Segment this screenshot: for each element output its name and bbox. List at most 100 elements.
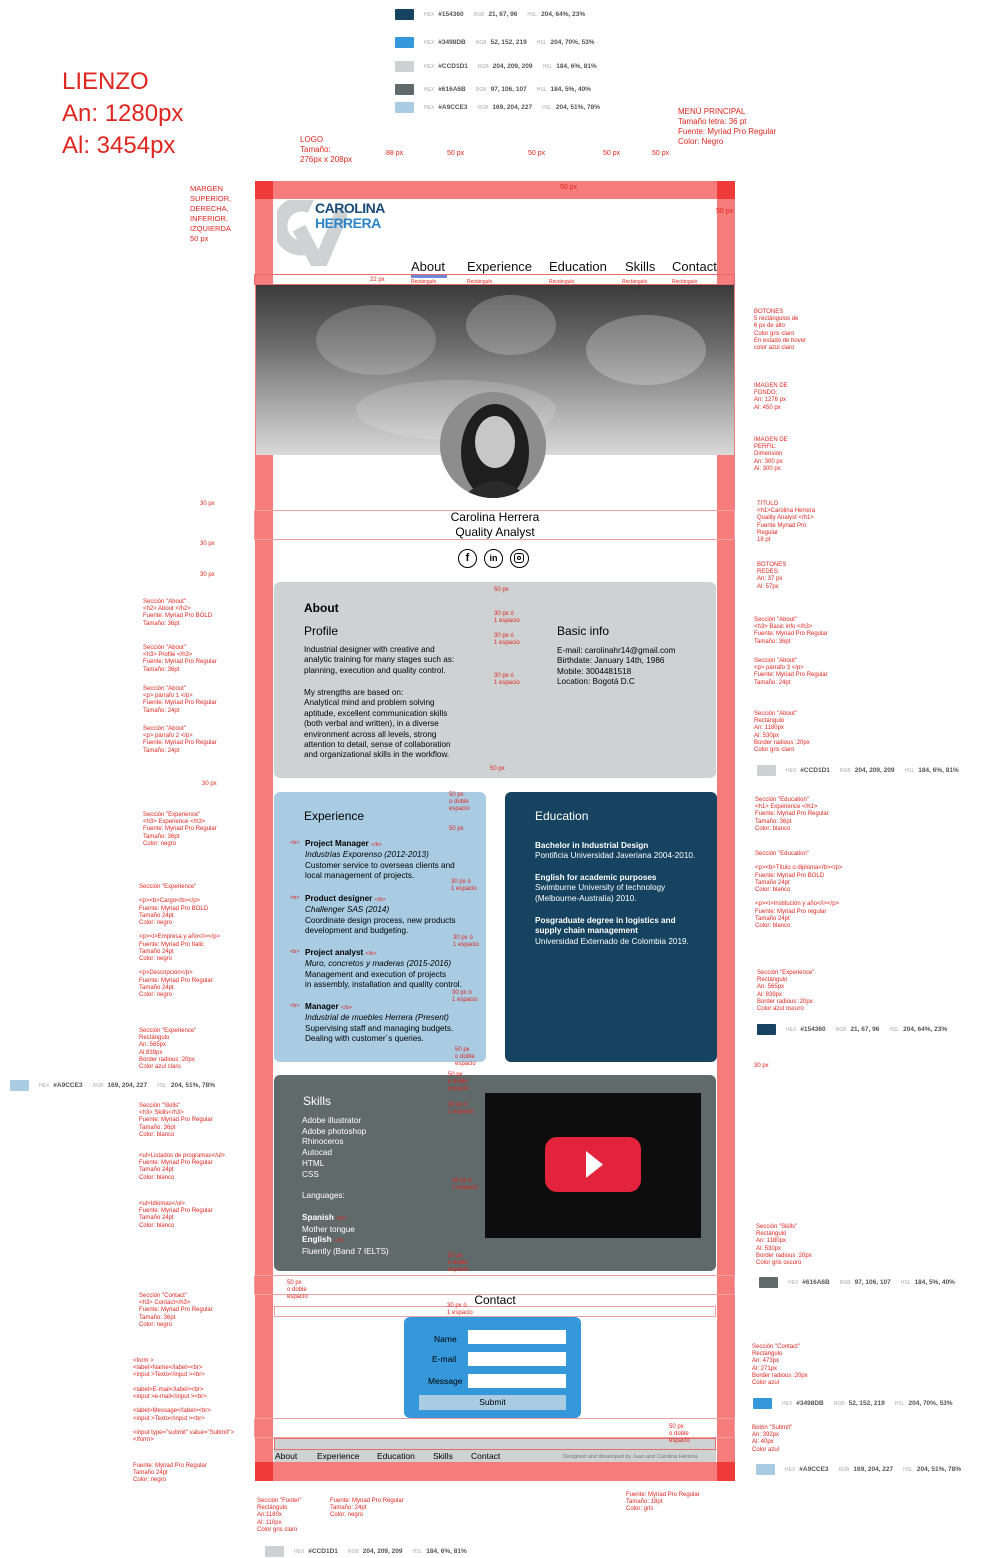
job-title: Project analyst xyxy=(305,948,364,957)
education-heading: Education xyxy=(535,809,589,823)
rgb-value: 169, 204, 227 xyxy=(492,104,533,111)
language-entry: Spanish </li> xyxy=(302,1213,347,1222)
hsl-value: 204, 51%, 78% xyxy=(916,1466,961,1473)
footer-nav-about[interactable]: About xyxy=(275,1451,297,1461)
dim-30: 30 px xyxy=(200,572,215,578)
email-label: E-mail xyxy=(432,1354,457,1364)
annotation-note: IMAGEN DE PERFIL: Dimension An: 300 px Al: 3… xyxy=(754,437,788,472)
hsl-label: HSL xyxy=(536,86,547,93)
about-paragraph-1: Industrial designer with creative and ana… xyxy=(304,645,455,675)
contact-guide-1 xyxy=(254,1275,735,1295)
hsl-value: 184, 5%, 40% xyxy=(550,86,591,93)
job-desc: Dealing with customer´s queries. xyxy=(305,1034,424,1044)
facebook-icon[interactable]: f xyxy=(458,549,477,568)
dim-30: 30 px xyxy=(202,781,217,787)
palette-row: HEX #3498DB RGB 52, 152, 219 HSL 204, 70%, … xyxy=(753,1398,963,1409)
hex-label: HEX xyxy=(424,104,435,111)
nav-about[interactable]: About xyxy=(411,259,445,274)
color-swatch xyxy=(757,765,776,776)
hex-value: #154360 xyxy=(800,1026,826,1033)
corner-tl xyxy=(255,181,273,199)
spacing-dim: 30 px ó1 espacio xyxy=(451,879,477,892)
footer-guide-2 xyxy=(274,1438,716,1450)
annotation-note: Sección "About" <p> párrafo 2 </p> Fuente:… xyxy=(143,726,217,754)
job-title: Project Manager xyxy=(305,839,369,848)
spacing-dim: 30 px ó1 espacio xyxy=(494,673,520,686)
rgb-label: RGB xyxy=(347,1548,359,1555)
dim-50: 50 px xyxy=(560,184,578,191)
hex-value: #A9CCE3 xyxy=(438,104,468,111)
rgb-label: RGB xyxy=(92,1082,104,1089)
spacing-dim: 50 px xyxy=(490,766,505,772)
canvas-title: LIENZO xyxy=(62,68,149,95)
instagram-icon[interactable] xyxy=(510,549,529,568)
palette-row: HEX #616A6B RGB 97, 106, 107 HSL 184, 5%, 4… xyxy=(395,84,601,95)
logo[interactable]: CAROLINA HERRERA xyxy=(272,196,385,283)
color-swatch xyxy=(753,1398,772,1409)
rgb-value: 21, 67, 96 xyxy=(488,11,518,18)
color-swatch xyxy=(756,1464,775,1475)
languages-list: Spanish </li> Mother tongue English </li> F… xyxy=(302,1213,389,1258)
job-company: Challenger SAS (2014) xyxy=(305,905,390,915)
dim-50: 50 px xyxy=(716,208,734,215)
job-desc: local management of projects. xyxy=(305,871,415,881)
nav-skills[interactable]: Skills xyxy=(625,259,655,274)
languages-heading: Languages: xyxy=(302,1191,345,1200)
contact-heading: Contact xyxy=(474,1293,516,1307)
name-input[interactable] xyxy=(468,1330,566,1344)
palette-row: HEX #3498DB RGB 52, 152, 219 HSL 204, 70%, … xyxy=(395,37,605,48)
skills-heading: Skills xyxy=(303,1094,332,1108)
palette-row: HEX #616A6B RGB 97, 106, 107 HSL 184, 5%, 4… xyxy=(759,1277,965,1288)
spacing-dim: 50 px o doble espacio xyxy=(448,1072,469,1092)
dim-50: 50 px xyxy=(528,150,546,157)
palette-row: HEX #CCD1D1 RGB 204, 209, 209 HSL 184, 6%, … xyxy=(395,61,607,72)
dim-88: 88 px xyxy=(386,150,404,157)
nav-education[interactable]: Education xyxy=(549,259,607,274)
hex-label: HEX xyxy=(786,767,797,774)
play-button[interactable] xyxy=(545,1137,641,1192)
degree-title: Bachelor in Industrial Design xyxy=(535,841,649,850)
annotation-note: Sección "Skills" Rectángulo An: 1180px Al: … xyxy=(756,1224,812,1267)
annotation-note: Sección "Experience" <h3> Experience </h3… xyxy=(143,812,217,847)
experience-heading: Experience xyxy=(304,809,365,823)
job-title: Manager xyxy=(305,1002,339,1011)
education-entry: English for academic purposes Swimburne … xyxy=(535,873,665,904)
contact-guide-2 xyxy=(274,1306,716,1317)
email-input[interactable] xyxy=(468,1352,566,1366)
message-label: Message xyxy=(428,1376,463,1386)
institution: Swimburne University of technology xyxy=(535,883,666,893)
hsl-value: 204, 51%, 78% xyxy=(555,104,600,111)
color-swatch xyxy=(265,1546,284,1557)
message-input[interactable] xyxy=(468,1374,566,1388)
palette-row: HEX #CCD1D1 RGB 204, 209, 209 HSL 184, 6%, … xyxy=(757,765,969,776)
profile-heading: Profile xyxy=(304,624,339,638)
basic-info-heading: Basic info xyxy=(557,624,610,638)
rgb-value: 97, 106, 107 xyxy=(854,1279,891,1286)
annotation-note: <form > <label>Name</label><br> <input >… xyxy=(133,1358,234,1444)
person-icon xyxy=(440,392,546,498)
rgb-value: 52, 152, 219 xyxy=(848,1400,885,1407)
institution: Pontificia Universidad Javeriana 2004-20… xyxy=(535,851,696,861)
color-swatch xyxy=(395,37,414,48)
rgb-label: RGB xyxy=(839,767,851,774)
hsl-label: HSL xyxy=(900,1279,911,1286)
footer-nav-skills[interactable]: Skills xyxy=(433,1451,453,1461)
nav-contact[interactable]: Contact xyxy=(672,259,717,274)
video-player[interactable] xyxy=(485,1093,701,1238)
nav-experience[interactable]: Experience xyxy=(467,259,532,274)
footer-nav-experience[interactable]: Experience xyxy=(317,1451,360,1461)
play-icon xyxy=(586,1151,603,1178)
submit-button[interactable]: Submit xyxy=(419,1395,566,1410)
color-swatch xyxy=(395,84,414,95)
footer-nav-contact[interactable]: Contact xyxy=(471,1451,500,1461)
spacing-dim: 30 px ó1 espacio xyxy=(452,990,478,1003)
spacing-dim: 50 px o doble espacio xyxy=(669,1424,690,1444)
linkedin-icon[interactable]: in xyxy=(484,549,503,568)
language-entry: English </li> xyxy=(302,1235,345,1245)
hsl-value: 184, 6%, 81% xyxy=(556,63,597,70)
hex-label: HEX xyxy=(294,1548,305,1555)
annotation-note: Sección "Skills" <h3> Skills</h3> Fuente: … xyxy=(139,1103,213,1138)
hex-label: HEX xyxy=(424,86,435,93)
footer-nav-education[interactable]: Education xyxy=(377,1451,415,1461)
btag: <b> xyxy=(290,1003,300,1009)
